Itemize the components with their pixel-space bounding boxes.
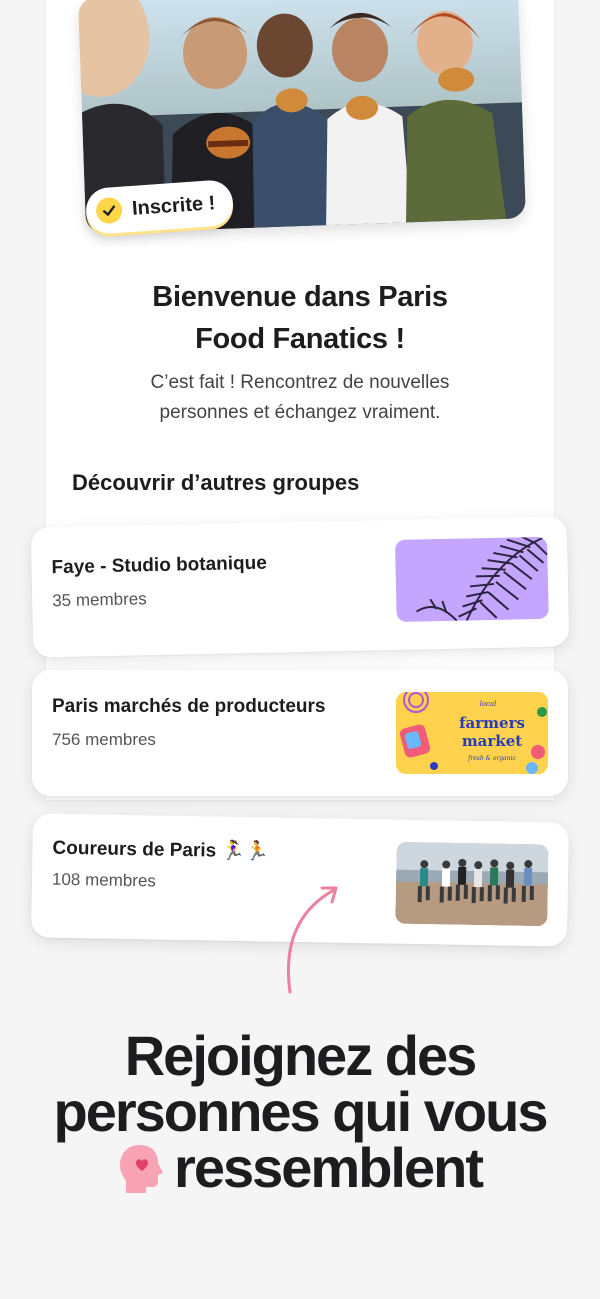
check-icon	[95, 196, 123, 225]
promo-headline: Rejoignez des personnes qui vous ressemb…	[0, 1028, 600, 1196]
svg-text:fresh & organic: fresh & organic	[467, 755, 516, 762]
group-thumbnail-fern	[395, 536, 549, 622]
welcome-subtitle: C’est fait ! Rencontrez de nouvelles per…	[46, 368, 554, 428]
head-heart-icon	[118, 1143, 166, 1195]
svg-text:farmers: farmers	[459, 714, 525, 732]
welcome-title: Bienvenue dans Paris Food Fanatics !	[46, 276, 554, 360]
welcome-subtitle-line2: personnes et échangez vraiment.	[159, 402, 441, 423]
welcome-title-line2: Food Fanatics !	[195, 323, 405, 355]
group-members-count: 756 membres	[52, 730, 156, 749]
group-card-botanique[interactable]: Faye - Studio botanique 35 membres	[30, 516, 570, 658]
svg-text:market: market	[462, 732, 522, 750]
svg-text:local: local	[480, 700, 497, 708]
group-name: Faye - Studio botanique	[51, 552, 268, 579]
group-name: Coureurs de Paris 🏃‍♀️🏃	[52, 837, 269, 863]
fern-icon	[395, 536, 549, 622]
group-members-count: 35 membres	[52, 589, 147, 611]
welcome-subtitle-line1: C’est fait ! Rencontrez de nouvelles	[150, 372, 450, 393]
group-name: Paris marchés de producteurs	[52, 696, 326, 717]
group-card-marches[interactable]: Paris marchés de producteurs 756 membres…	[32, 670, 568, 796]
curved-arrow-icon	[286, 886, 338, 994]
welcome-title-line1: Bienvenue dans Paris	[152, 281, 448, 313]
headline-line1: Rejoignez des	[124, 1024, 478, 1087]
group-thumbnail-farmers-market: local farmers market fresh & organic	[396, 692, 548, 774]
discover-heading: Découvrir d’autres groupes	[72, 470, 360, 495]
badge-label: Inscrite !	[131, 191, 216, 220]
headline-line2: personnes qui vous	[53, 1080, 549, 1143]
headline-line3: ressemblent	[174, 1136, 484, 1199]
headline-line3-wrap: ressemblent	[0, 1140, 600, 1196]
group-members-count: 108 membres	[51, 869, 157, 891]
group-thumbnail-runners	[395, 841, 549, 927]
